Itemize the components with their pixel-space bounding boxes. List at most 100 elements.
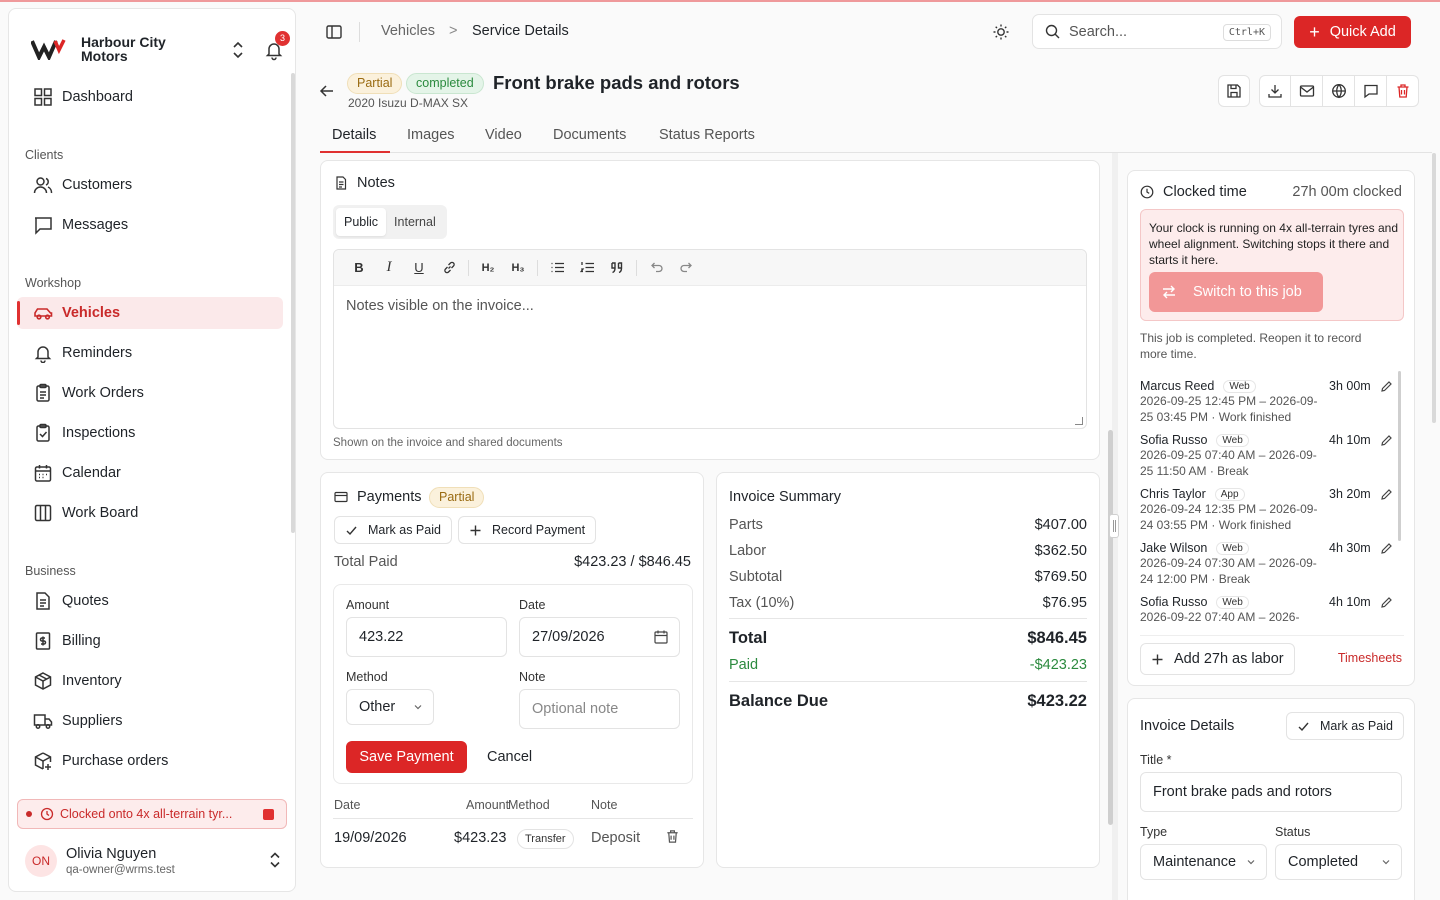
panel-resize-handle[interactable]	[1109, 514, 1119, 538]
nav-customers[interactable]: Customers	[17, 169, 283, 201]
undo-button[interactable]	[641, 254, 671, 282]
pencil-icon[interactable]	[1380, 380, 1393, 393]
switch-to-this-job-button[interactable]: Switch to this job	[1149, 272, 1323, 312]
car-icon	[34, 308, 53, 320]
timesheets-link[interactable]: Timesheets	[1338, 651, 1402, 665]
heading-2-button[interactable]: H₂	[473, 254, 503, 282]
sidebar-scrollbar[interactable]	[291, 73, 295, 533]
entry-duration: 3h 20m	[1329, 487, 1371, 501]
tab-video[interactable]: Video	[485, 127, 522, 143]
pencil-icon[interactable]	[1380, 488, 1393, 501]
mark-as-paid-button[interactable]: Mark as Paid	[1286, 712, 1404, 740]
trash-icon	[1397, 84, 1408, 98]
link-button[interactable]	[434, 254, 464, 282]
quick-add-button[interactable]: + Quick Add	[1294, 16, 1411, 48]
record-payment-button[interactable]: Record Payment	[458, 516, 597, 544]
nav-suppliers[interactable]: Suppliers	[17, 705, 283, 737]
brand[interactable]: Harbour City Motors 3	[31, 27, 290, 71]
save-button[interactable]	[1218, 75, 1250, 107]
list-item: Sofia Russo Web 2026-09-25 07:40 AM – 202…	[1140, 433, 1393, 479]
nav-inventory[interactable]: Inventory	[17, 665, 283, 697]
calendar-icon[interactable]	[653, 629, 669, 645]
search-input[interactable]: Search... Ctrl+K	[1032, 14, 1282, 49]
payments-header: Payments	[334, 489, 421, 505]
nav-vehicles[interactable]: Vehicles	[17, 297, 283, 329]
pencil-icon[interactable]	[1380, 596, 1393, 609]
heading-3-button[interactable]: H₃	[503, 254, 533, 282]
toolbar-divider	[468, 259, 469, 276]
credit-card-icon	[334, 491, 348, 503]
download-icon	[1268, 85, 1282, 98]
nav-inspections[interactable]: Inspections	[17, 417, 283, 449]
nav-reminders[interactable]: Reminders	[17, 337, 283, 369]
entries-scrollbar[interactable]	[1398, 371, 1401, 541]
breadcrumb-vehicles[interactable]: Vehicles	[381, 23, 435, 39]
redo-button[interactable]	[671, 254, 701, 282]
date-input[interactable]: 27/09/2026	[519, 617, 680, 657]
notes-help-text: Shown on the invoice and shared document…	[333, 437, 563, 449]
nav-calendar[interactable]: Calendar	[17, 457, 283, 489]
nav-work-board[interactable]: Work Board	[17, 497, 283, 529]
nav-label: Billing	[62, 633, 101, 649]
status-select[interactable]: Completed	[1275, 844, 1402, 880]
pencil-icon[interactable]	[1380, 542, 1393, 555]
share-link-button[interactable]	[1323, 75, 1355, 107]
invoice-summary-title: Invoice Summary	[729, 489, 842, 505]
stop-clock-icon[interactable]	[263, 809, 274, 820]
clipboard-list-icon	[36, 383, 50, 402]
mark-as-paid-label: Mark as Paid	[1320, 719, 1393, 733]
nav-messages[interactable]: Messages	[17, 209, 283, 241]
note-label: Note	[519, 670, 546, 684]
pencil-icon[interactable]	[1380, 434, 1393, 447]
visibility-internal[interactable]: Internal	[386, 208, 444, 236]
nav-label: Suppliers	[62, 713, 123, 729]
arrow-left-icon[interactable]	[318, 82, 336, 100]
nav-quotes[interactable]: Quotes	[17, 585, 283, 617]
sidebar-toggle-icon[interactable]	[326, 24, 342, 40]
chevrons-up-down-icon[interactable]	[227, 39, 249, 61]
email-button[interactable]	[1291, 75, 1323, 107]
arrows-switch-icon	[1163, 285, 1175, 299]
trash-icon[interactable]	[665, 829, 680, 844]
title-input[interactable]: Front brake pads and rotors	[1140, 772, 1402, 812]
user-menu[interactable]: ON Olivia Nguyen qa-owner@wrms.test	[25, 839, 285, 883]
search-icon	[1045, 24, 1060, 39]
nav-dashboard[interactable]: Dashboard	[17, 81, 283, 113]
tab-documents[interactable]: Documents	[553, 127, 626, 143]
notes-editor[interactable]: B I U H₂ H₃ Notes visible on the invoice…	[333, 249, 1087, 429]
delete-button[interactable]	[1387, 75, 1419, 107]
bullet-list-button[interactable]	[542, 254, 572, 282]
save-payment-button[interactable]: Save Payment	[346, 741, 467, 773]
tab-images[interactable]: Images	[407, 127, 455, 143]
status-label: Status	[1275, 825, 1311, 839]
ordered-list-button[interactable]	[572, 254, 602, 282]
entry-duration: 4h 10m	[1329, 433, 1371, 447]
underline-button[interactable]: U	[404, 254, 434, 282]
nav-purchase-orders[interactable]: Purchase orders	[17, 745, 283, 777]
note-input[interactable]: Optional note	[519, 689, 680, 729]
active-clock-banner[interactable]: Clocked onto 4x all-terrain tyr...	[17, 799, 287, 829]
blockquote-button[interactable]	[602, 254, 632, 282]
amount-input[interactable]: 423.22	[346, 617, 507, 657]
italic-button[interactable]: I	[374, 254, 404, 282]
nav-billing[interactable]: Billing	[17, 625, 283, 657]
visibility-public[interactable]: Public	[336, 208, 387, 236]
cancel-button[interactable]: Cancel	[487, 749, 532, 765]
method-select[interactable]: Other	[346, 689, 434, 725]
add-labor-button[interactable]: Add 27h as labor	[1140, 643, 1295, 675]
recording-dot	[26, 811, 32, 817]
tab-details[interactable]: Details	[332, 127, 376, 143]
right-panel-scrollbar[interactable]	[1432, 153, 1436, 423]
sun-icon[interactable]	[992, 23, 1010, 41]
resize-handle-icon[interactable]	[1075, 417, 1083, 425]
panel-scrollbar[interactable]	[1108, 430, 1113, 825]
tab-status-reports[interactable]: Status Reports	[659, 127, 755, 143]
type-select[interactable]: Maintenance	[1140, 844, 1267, 880]
nav-work-orders[interactable]: Work Orders	[17, 377, 283, 409]
message-button[interactable]	[1355, 75, 1387, 107]
mark-as-paid-button[interactable]: Mark as Paid	[334, 516, 452, 544]
bold-button[interactable]: B	[344, 254, 374, 282]
payment-date: 19/09/2026	[334, 830, 407, 846]
summary-subtotal-label: Subtotal	[729, 569, 783, 585]
download-button[interactable]	[1259, 75, 1291, 107]
